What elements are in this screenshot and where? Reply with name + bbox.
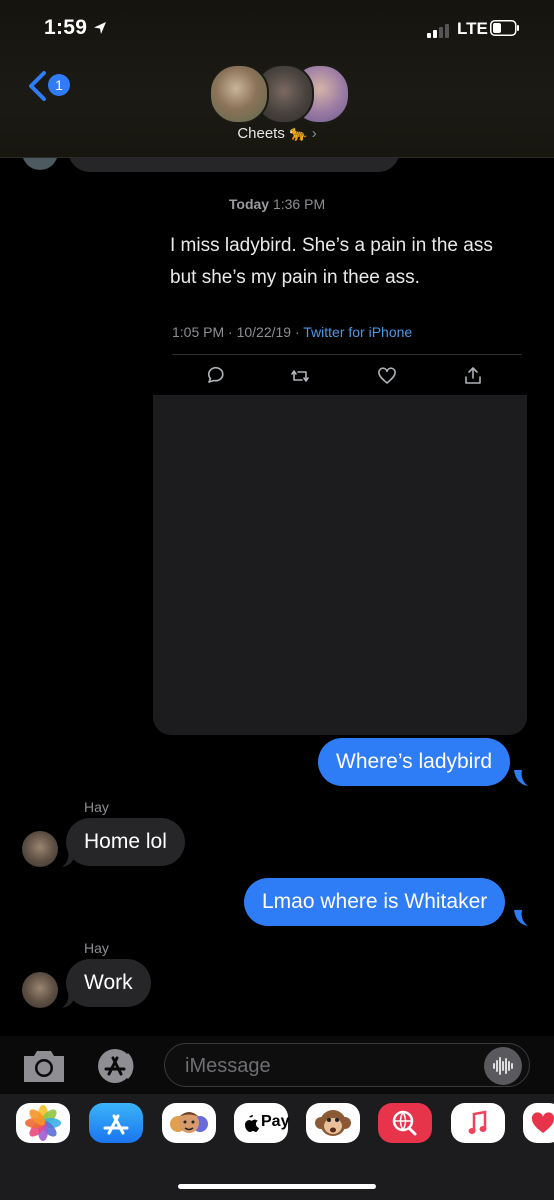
photos-icon[interactable] bbox=[16, 1103, 70, 1143]
web-search-icon[interactable] bbox=[378, 1103, 432, 1143]
signal-icon bbox=[427, 22, 453, 38]
memoji-icon[interactable] bbox=[162, 1103, 216, 1143]
tweet-source-link[interactable]: Twitter for iPhone bbox=[303, 324, 412, 340]
timestamp-time: 1:36 PM bbox=[272, 196, 326, 212]
header-bar: 1:59 LTE 1 Cheets 🐆 › bbox=[0, 0, 554, 158]
tweet-text: I miss ladybird. She’s a pain in the ass… bbox=[170, 235, 493, 288]
unread-badge[interactable]: 1 bbox=[48, 74, 70, 96]
like-icon[interactable] bbox=[377, 366, 397, 386]
divider bbox=[172, 354, 522, 355]
location-arrow-icon bbox=[94, 22, 106, 34]
timestamp-day: Today bbox=[228, 196, 270, 212]
status-time: 1:59 bbox=[44, 16, 88, 39]
tweet-date: 1:05 PM · 10/22/19 · bbox=[172, 324, 304, 340]
tweet-meta: 1:05 PM · 10/22/19 · Twitter for iPhone bbox=[172, 324, 412, 340]
app-store-app-icon[interactable] bbox=[89, 1103, 143, 1143]
apple-pay-icon[interactable]: Pay bbox=[234, 1103, 290, 1143]
share-icon[interactable] bbox=[463, 366, 483, 386]
app-store-icon[interactable] bbox=[93, 1046, 137, 1086]
sender-name: Hay bbox=[84, 799, 109, 815]
sender-name: Hay bbox=[84, 940, 109, 956]
reply-icon[interactable] bbox=[205, 366, 225, 386]
bubble-tail bbox=[514, 770, 528, 786]
avatar bbox=[22, 831, 58, 867]
incoming-message[interactable]: Home lol bbox=[66, 818, 185, 866]
digital-touch-icon[interactable] bbox=[523, 1103, 554, 1143]
music-icon[interactable] bbox=[451, 1103, 505, 1143]
home-indicator[interactable] bbox=[178, 1184, 376, 1189]
conversation-title[interactable]: Cheets 🐆 › bbox=[200, 124, 354, 142]
apple-pay-label: Pay bbox=[261, 1113, 290, 1130]
message-timestamp: Today 1:36 PM bbox=[0, 196, 554, 212]
back-chevron-icon[interactable] bbox=[26, 70, 48, 102]
avatar bbox=[22, 972, 58, 1008]
animoji-icon[interactable] bbox=[306, 1103, 360, 1143]
retweet-icon[interactable] bbox=[290, 366, 310, 386]
audio-waveform-icon[interactable] bbox=[484, 1047, 522, 1085]
group-name-label: Cheets 🐆 bbox=[237, 125, 308, 142]
network-type: LTE bbox=[457, 19, 488, 38]
message-input[interactable] bbox=[183, 1052, 477, 1080]
camera-icon[interactable] bbox=[22, 1048, 66, 1084]
bubble-tail bbox=[514, 910, 528, 926]
message-field[interactable] bbox=[164, 1043, 530, 1087]
chevron-right-icon: › bbox=[311, 125, 317, 142]
outgoing-message[interactable]: Where’s ladybird bbox=[318, 738, 511, 786]
tweet-media-preview[interactable] bbox=[153, 395, 527, 735]
avatar bbox=[209, 64, 269, 124]
outgoing-message[interactable]: Lmao where is Whitaker bbox=[244, 878, 506, 926]
incoming-message[interactable]: Work bbox=[66, 959, 151, 1007]
battery-icon bbox=[490, 20, 519, 36]
